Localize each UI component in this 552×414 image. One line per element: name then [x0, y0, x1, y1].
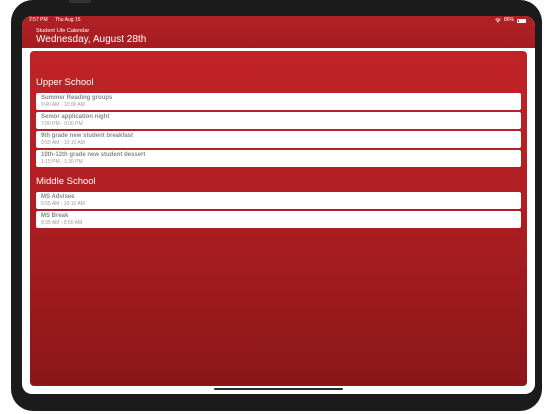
event-card[interactable]: Senior application night 7:00 PM - 9:00 … [36, 112, 521, 129]
status-right: 86% [495, 16, 526, 25]
event-time: 7:00 PM - 9:00 PM [41, 121, 83, 127]
page-title: Wednesday, August 28th [36, 34, 147, 45]
event-title: 10th-12th grade new student dessert [41, 152, 146, 158]
section-heading-upper-school: Upper School [36, 77, 94, 88]
event-time: 1:15 PM - 1:30 PM [41, 159, 83, 165]
section-heading-middle-school: Middle School [36, 176, 96, 187]
app-screen: 2:57 PM Thu Aug 15 86% Student Life Cale… [22, 16, 535, 394]
app-header: 2:57 PM Thu Aug 15 86% Student Life Cale… [22, 16, 535, 48]
wifi-icon [495, 18, 501, 23]
event-card[interactable]: Summer Reading groups 9:40 AM - 10:00 AM [36, 93, 521, 110]
event-card[interactable]: MS Break 9:35 AM - 9:50 AM [36, 211, 521, 228]
event-title: MS Advisee [41, 194, 75, 200]
status-bar: 2:57 PM Thu Aug 15 86% [22, 16, 535, 25]
battery-fill [518, 20, 525, 22]
event-title: MS Break [41, 213, 69, 219]
status-left: 2:57 PM Thu Aug 15 [29, 16, 87, 25]
event-card[interactable]: 10th-12th grade new student dessert 1:15… [36, 150, 521, 167]
home-indicator[interactable] [214, 388, 343, 390]
event-title: Summer Reading groups [41, 95, 113, 101]
battery-percentage: 86% [503, 17, 514, 23]
event-title: Senior application night [41, 114, 110, 120]
event-title: 9th grade new student breakfast [41, 133, 134, 139]
event-time: 9:55 AM - 10:10 AM [41, 140, 85, 146]
event-card[interactable]: 9th grade new student breakfast 9:55 AM … [36, 131, 521, 148]
event-card[interactable]: MS Advisee 9:55 AM - 10:10 AM [36, 192, 521, 209]
events-panel: Upper School Summer Reading groups 9:40 … [30, 51, 527, 386]
event-time: 9:35 AM - 9:50 AM [41, 220, 83, 226]
battery-icon [517, 18, 526, 23]
status-time: 2:57 PM [29, 17, 48, 23]
event-time: 9:40 AM - 10:00 AM [41, 102, 85, 108]
status-date: Thu Aug 15 [54, 17, 81, 23]
device-camera-notch [69, 0, 91, 3]
event-time: 9:55 AM - 10:10 AM [41, 201, 85, 207]
